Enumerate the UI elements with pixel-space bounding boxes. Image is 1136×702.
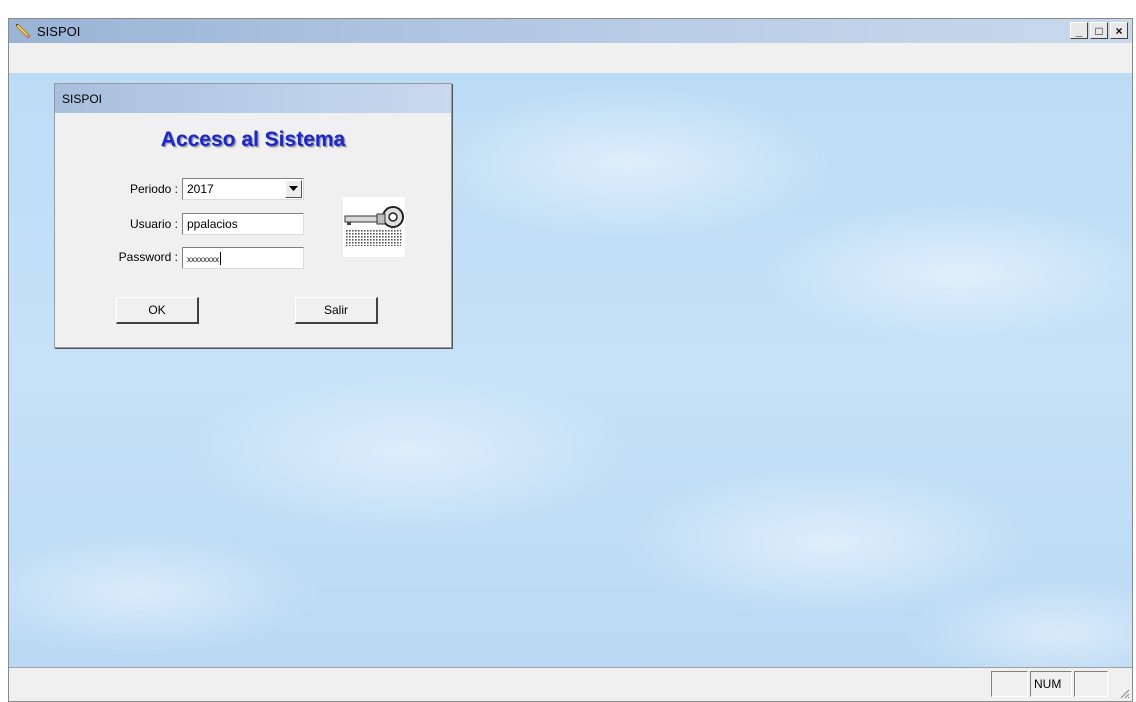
status-panel-1 <box>991 671 1028 697</box>
app-pencil-icon <box>15 23 31 39</box>
close-button[interactable]: × <box>1110 22 1128 39</box>
menu-bar <box>9 43 1132 73</box>
periodo-select[interactable]: 2017 <box>182 178 304 200</box>
usuario-input[interactable]: ppalacios <box>182 213 304 235</box>
login-heading: Acceso al Sistema <box>160 128 346 151</box>
password-input[interactable]: xxxxxxxx <box>182 247 304 269</box>
ok-button[interactable]: OK <box>116 297 199 324</box>
periodo-label: Periodo : <box>129 182 178 196</box>
maximize-icon: □ <box>1095 23 1103 38</box>
text-caret <box>220 252 221 266</box>
dialog-title-bar[interactable]: SISPOI <box>55 84 451 113</box>
dropdown-arrow-icon <box>289 186 298 191</box>
password-mask: xxxxxxxx <box>187 255 219 264</box>
minimize-button[interactable]: _ <box>1070 22 1088 39</box>
periodo-value: 2017 <box>187 182 214 196</box>
status-bar: NUM <box>9 667 1132 701</box>
status-panel-3 <box>1074 671 1108 697</box>
usuario-value: ppalacios <box>187 217 238 231</box>
window-title: SISPOI <box>37 23 81 39</box>
key-icon <box>343 197 405 257</box>
usuario-label: Usuario : <box>129 217 178 231</box>
window-controls: _ □ × <box>1070 22 1128 39</box>
periodo-dropdown-button[interactable] <box>285 180 302 198</box>
close-icon: × <box>1115 23 1123 38</box>
password-label: Password : <box>118 250 178 264</box>
salir-button[interactable]: Salir <box>295 297 378 324</box>
minimize-icon: _ <box>1075 23 1083 38</box>
status-panel-num: NUM <box>1030 671 1072 697</box>
title-bar[interactable]: SISPOI _ □ × <box>9 19 1132 43</box>
maximize-button[interactable]: □ <box>1090 22 1108 39</box>
dialog-title: SISPOI <box>62 91 103 106</box>
resize-grip-icon[interactable] <box>1118 687 1130 699</box>
login-dialog: SISPOI Acceso al Sistema Periodo : 2017 … <box>54 83 452 348</box>
